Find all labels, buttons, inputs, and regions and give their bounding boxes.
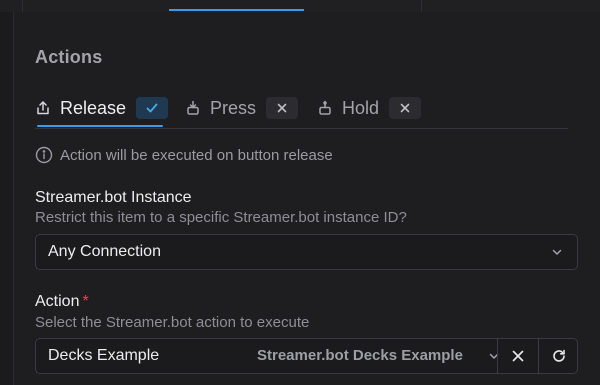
action-value: Decks Example — [48, 347, 160, 364]
tab-release[interactable]: Release — [35, 90, 169, 126]
clear-button[interactable] — [498, 339, 538, 373]
instance-select[interactable]: Any Connection — [35, 234, 578, 270]
active-tab-indicator — [37, 125, 163, 127]
disabled-badge — [389, 97, 422, 119]
x-icon — [400, 103, 410, 113]
top-divider — [421, 0, 422, 12]
action-help: Select the Streamer.bot action to execut… — [35, 314, 310, 331]
tab-label: Release — [60, 97, 127, 118]
tab-press[interactable]: Press — [185, 90, 299, 126]
disabled-badge — [266, 97, 299, 119]
top-tab-strip — [0, 0, 600, 12]
instance-help: Restrict this item to a specific Streame… — [35, 209, 407, 226]
actions-panel: Actions Release Press Hold Action will b… — [13, 12, 600, 385]
action-label: Action * — [35, 293, 89, 311]
instance-label: Streamer.bot Instance — [35, 189, 192, 206]
tab-label: Hold — [342, 97, 380, 118]
info-message: Action will be executed on button releas… — [35, 146, 333, 164]
section-title: Actions — [35, 47, 103, 67]
press-icon — [185, 100, 201, 116]
action-label-text: Action — [35, 293, 80, 310]
info-icon — [35, 146, 53, 164]
instance-value: Any Connection — [48, 243, 161, 260]
enabled-badge — [136, 97, 169, 119]
x-icon — [277, 103, 287, 113]
action-hint: Streamer.bot Decks Example — [257, 347, 463, 364]
top-divider — [22, 0, 23, 12]
refresh-button[interactable] — [539, 339, 579, 373]
close-icon — [512, 350, 524, 362]
action-tabs: Release Press Hold — [35, 90, 568, 129]
chevron-down-icon — [552, 249, 562, 255]
tab-label: Press — [210, 97, 257, 118]
tab-hold[interactable]: Hold — [317, 90, 422, 126]
release-icon — [35, 100, 51, 116]
hold-icon — [317, 100, 333, 116]
refresh-icon — [553, 349, 565, 362]
required-mark: * — [82, 293, 89, 310]
action-combobox[interactable]: Decks Example Streamer.bot Decks Example — [35, 338, 578, 374]
check-icon — [146, 103, 158, 113]
info-text: Action will be executed on button releas… — [60, 146, 333, 164]
top-active-indicator — [169, 9, 304, 11]
